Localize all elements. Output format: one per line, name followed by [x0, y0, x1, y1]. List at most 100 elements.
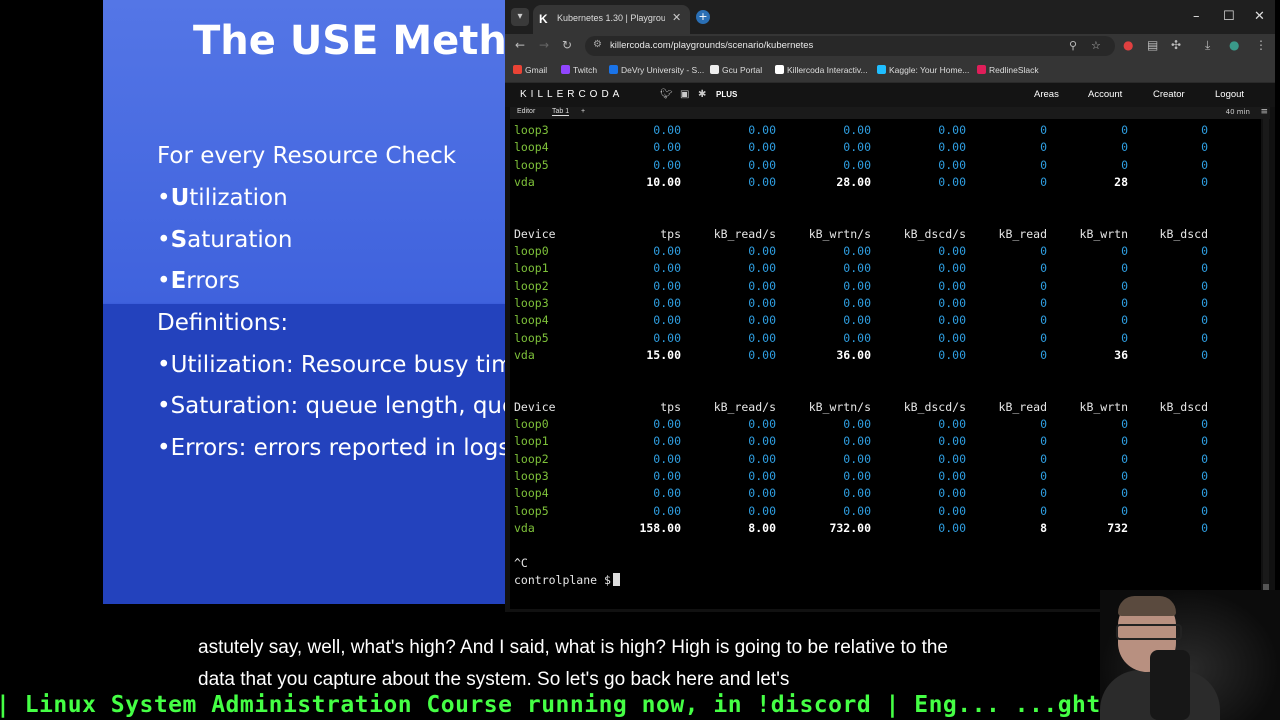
nav-creator[interactable]: Creator	[1153, 89, 1185, 100]
forward-icon[interactable]: →	[539, 38, 549, 52]
stat-value: 0	[1040, 451, 1047, 466]
bookmark-devry[interactable]: DeVry University - S...	[609, 65, 704, 75]
stat-value: 0.00	[843, 157, 871, 172]
nav-logout[interactable]: Logout	[1215, 89, 1244, 100]
slide-def-saturation: •Saturation: queue length, que	[157, 393, 513, 419]
bookmark-twitch[interactable]: Twitch	[561, 65, 597, 75]
column-header: kB_dscd	[1159, 399, 1208, 414]
stat-value: 0	[1201, 520, 1208, 535]
stat-value: 0.00	[938, 434, 966, 449]
stat-value: 0.00	[843, 434, 871, 449]
bookmark-gmail[interactable]: Gmail	[513, 65, 547, 75]
nav-account[interactable]: Account	[1088, 89, 1122, 100]
presenter-hair	[1118, 596, 1176, 616]
device-name: loop0	[514, 244, 549, 259]
twitch-icon	[561, 65, 570, 74]
extensions-puzzle-icon[interactable]: ✣	[1171, 38, 1181, 52]
reading-list-icon[interactable]: ▤	[1147, 38, 1158, 52]
stat-value: 0.00	[653, 261, 681, 276]
table-row: loop4 0.00 0.00 0.00 0.00 0 0 0	[514, 313, 1259, 330]
bookmark-gcu[interactable]: Gcu Portal	[710, 65, 762, 75]
extension-icon[interactable]: ●	[1123, 38, 1133, 52]
stat-value: 0.00	[748, 123, 776, 137]
stat-value: 0.00	[938, 451, 966, 466]
stat-value: 0	[1040, 503, 1047, 518]
device-name: vda	[514, 347, 535, 362]
stat-value: 0	[1201, 157, 1208, 172]
device-name: loop1	[514, 434, 549, 449]
slide-bullet-errors: •Errors	[157, 268, 240, 294]
slide-intro: For every Resource Check	[157, 143, 457, 169]
slack-icon	[977, 65, 986, 74]
stat-value: 0	[1201, 330, 1208, 345]
nav-areas[interactable]: Areas	[1034, 89, 1059, 100]
stat-value: 0.00	[938, 123, 966, 137]
tab-strip: ▾ K Kubernetes 1.30 | Playgrounds ✕ + – …	[505, 0, 1275, 34]
stat-value: 0	[1121, 503, 1128, 518]
terminal-scrollbar[interactable]	[1263, 119, 1269, 609]
column-header: kB_wrtn	[1079, 399, 1128, 414]
maximize-icon[interactable]: ☐	[1223, 9, 1235, 24]
terminal[interactable]: loop3 0.00 0.00 0.00 0.00 0 0 0 loop4 0.00 0.00 0.0…	[510, 119, 1261, 609]
bookmark-star-icon[interactable]: ☆	[1091, 39, 1101, 52]
stat-value: 0	[1121, 157, 1128, 172]
killercoda-logo[interactable]: KILLERCODA	[520, 89, 623, 100]
slide-title: The USE Metho	[193, 18, 513, 64]
stat-value: 0.00	[653, 278, 681, 293]
close-window-icon[interactable]: ✕	[1254, 9, 1265, 24]
navigation-bar: ← → ↻ ⚙ killercoda.com/playgrounds/scena…	[505, 34, 1275, 58]
stat-value: 0.00	[748, 469, 776, 483]
stat-value: 0	[1121, 451, 1128, 466]
menu-icon[interactable]: ≡	[1260, 107, 1268, 117]
stat-value: 0.00	[938, 157, 966, 172]
browser-tab[interactable]: K Kubernetes 1.30 | Playgrounds ✕	[533, 5, 690, 34]
address-bar[interactable]: ⚙ killercoda.com/playgrounds/scenario/ku…	[585, 36, 1115, 56]
stat-value: 0.00	[938, 503, 966, 518]
stat-value: 0.00	[938, 469, 966, 483]
stat-value: 0.00	[748, 296, 776, 310]
column-header: kB_dscd/s	[903, 399, 966, 414]
stat-value: 0.00	[843, 469, 871, 483]
site-header: KILLERCODA 🐦︎ ▣ ✱ PLUS Areas Account Cre…	[505, 83, 1275, 107]
stat-value: 0.00	[653, 469, 681, 483]
stat-value: 0.00	[653, 244, 681, 259]
site-info-icon[interactable]: ⚙	[593, 39, 602, 50]
reload-icon[interactable]: ↻	[562, 38, 572, 52]
new-tab-button[interactable]: +	[696, 10, 710, 24]
header-row: Device tps kB_read/s kB_wrtn/s kB_dscd/s kB_r…	[514, 400, 1259, 417]
device-name: vda	[514, 520, 535, 535]
tab-editor[interactable]: Editor	[517, 108, 535, 115]
stat-value: 0.00	[653, 313, 681, 328]
browser-menu-icon[interactable]: ⋮	[1255, 38, 1267, 52]
slack-icon[interactable]: ✱	[698, 89, 706, 100]
column-header: kB_wrtn/s	[808, 226, 871, 241]
prompt-line[interactable]: controlplane $	[514, 572, 1259, 590]
profile-avatar[interactable]: ●	[1229, 38, 1239, 52]
add-tab-button[interactable]: +	[581, 108, 585, 115]
tab-search-icon[interactable]: ▾	[511, 8, 529, 26]
twitter-icon[interactable]: 🐦︎	[660, 89, 673, 100]
stat-value: 0	[1201, 278, 1208, 293]
plus-link[interactable]: PLUS	[716, 90, 737, 99]
zoom-icon[interactable]: ⚲	[1069, 39, 1077, 52]
stat-value: 0	[1121, 140, 1128, 155]
device-name: loop0	[514, 417, 549, 432]
stat-value: 0	[1201, 451, 1208, 466]
device-name: loop1	[514, 261, 549, 276]
linkedin-icon[interactable]: ▣	[680, 89, 689, 100]
table-row: loop5 0.00 0.00 0.00 0.00 0 0 0	[514, 331, 1259, 348]
bookmark-redlineslack[interactable]: RedlineSlack	[977, 65, 1039, 75]
bookmark-kaggle[interactable]: Kaggle: Your Home...	[877, 65, 969, 75]
back-icon[interactable]: ←	[515, 38, 525, 52]
tab-close-icon[interactable]: ✕	[672, 11, 681, 24]
minimize-icon[interactable]: –	[1193, 9, 1200, 24]
stat-value: 0.00	[938, 296, 966, 310]
stat-value: 0	[1121, 330, 1128, 345]
bookmark-killercoda[interactable]: Killercoda Interactiv...	[775, 65, 868, 75]
tab-terminal-1[interactable]: Tab 1	[552, 108, 570, 116]
download-icon[interactable]: ⤓	[1205, 38, 1210, 53]
stat-value: 0.00	[938, 330, 966, 345]
slide-def-errors: •Errors: errors reported in logs	[157, 435, 511, 461]
stat-value: 0.00	[748, 313, 776, 328]
stat-value: 0	[1201, 469, 1208, 483]
